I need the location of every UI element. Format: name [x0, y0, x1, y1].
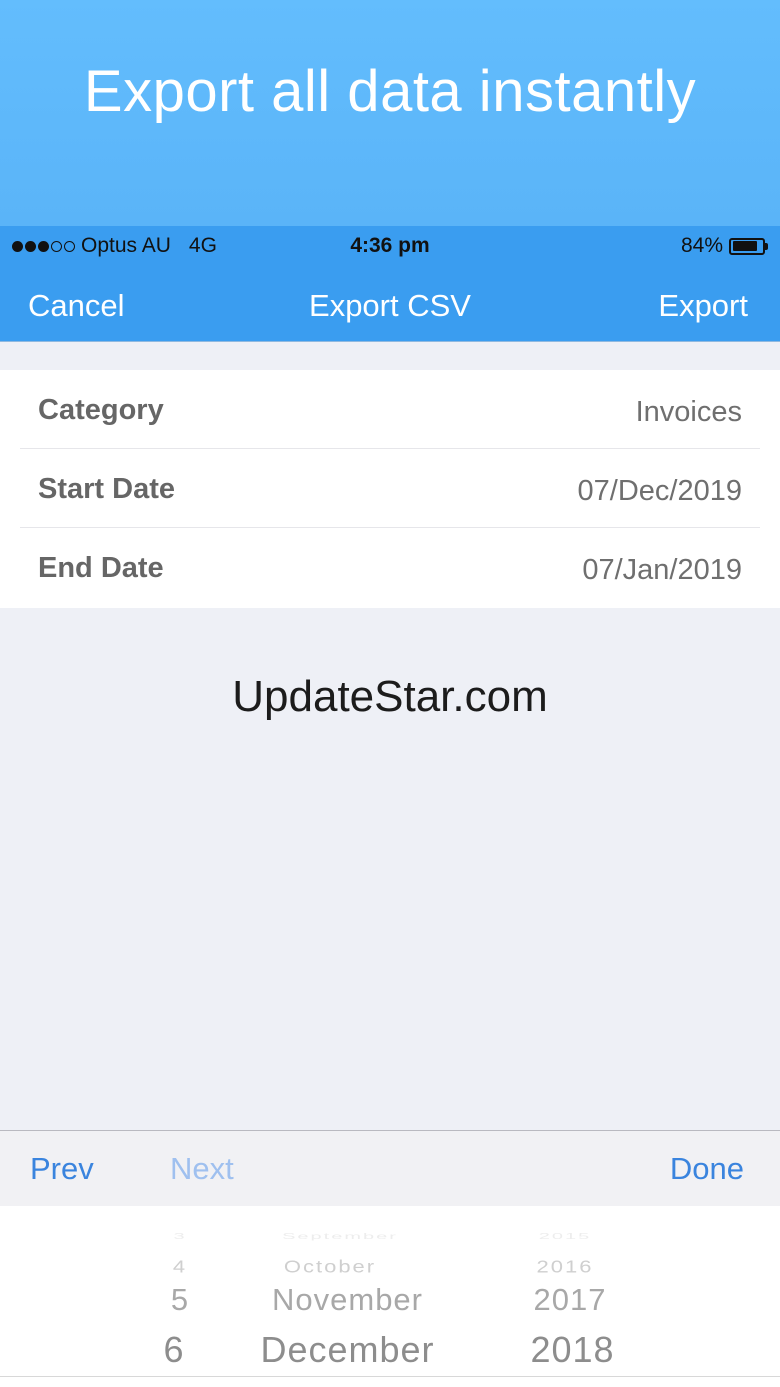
picker-item: 2017: [533, 1282, 607, 1317]
category-value: Invoices: [635, 396, 742, 428]
picker-item-selected: December: [260, 1329, 435, 1370]
export-button[interactable]: Export: [658, 288, 748, 324]
start-date-row[interactable]: Start Date 07/Dec/2019: [20, 449, 760, 528]
date-picker[interactable]: 3 4 5 6 September October November Decem…: [0, 1206, 780, 1387]
picker-item: November: [272, 1282, 423, 1317]
end-date-row[interactable]: End Date 07/Jan/2019: [20, 528, 760, 607]
picker-item: 2016: [536, 1256, 594, 1277]
end-date-label: End Date: [38, 552, 164, 584]
signal-dot: [64, 240, 75, 252]
battery-icon: [729, 237, 768, 255]
promo-banner: Export all data instantly: [0, 0, 780, 226]
network-type: 4G: [188, 234, 217, 257]
signal-dot: [25, 240, 36, 252]
banner-title: Export all data instantly: [83, 58, 697, 124]
battery-cap: [765, 242, 768, 250]
picker-item: 2015: [538, 1232, 592, 1241]
picker-item-selected: 6: [163, 1329, 185, 1370]
signal-dot: [12, 240, 23, 252]
navigation-bar: Cancel Export CSV Export: [0, 266, 780, 342]
start-date-label: Start Date: [38, 473, 175, 505]
picker-month-column[interactable]: September October November December: [230, 1206, 465, 1387]
battery-body: [729, 237, 765, 255]
picker-bottom-divider: [0, 1376, 780, 1377]
status-right: 84%: [681, 234, 768, 258]
picker-item: 4: [172, 1256, 188, 1277]
category-label: Category: [38, 394, 164, 426]
status-bar: Optus AU 4G 4:36 pm 84%: [0, 226, 780, 266]
signal-dot: [51, 240, 62, 252]
cancel-button[interactable]: Cancel: [28, 288, 125, 324]
picker-item: 5: [170, 1282, 190, 1317]
prev-button[interactable]: Prev: [30, 1151, 94, 1187]
signal-strength-icon: [12, 240, 75, 252]
picker-item-selected: 2018: [530, 1329, 615, 1370]
status-left: Optus AU 4G: [12, 234, 217, 258]
battery-percent: 84%: [680, 234, 723, 257]
picker-year-column[interactable]: 2015 2016 2017 2018: [500, 1206, 640, 1387]
next-button[interactable]: Next: [170, 1151, 234, 1187]
battery-fill: [732, 241, 757, 251]
signal-dot: [38, 240, 49, 252]
done-button[interactable]: Done: [670, 1151, 744, 1187]
picker-item: 3: [173, 1232, 187, 1241]
category-row[interactable]: Category Invoices: [20, 370, 760, 449]
picker-item: October: [283, 1256, 377, 1277]
carrier-name: Optus AU: [81, 234, 171, 257]
export-form: Category Invoices Start Date 07/Dec/2019…: [0, 370, 780, 608]
keyboard-toolbar: Prev Next Done: [0, 1130, 780, 1206]
watermark-text: UpdateStar.com: [232, 672, 548, 721]
picker-day-column[interactable]: 3 4 5 6: [130, 1206, 230, 1387]
start-date-value: 07/Dec/2019: [577, 475, 742, 507]
end-date-value: 07/Jan/2019: [582, 554, 742, 586]
picker-item: September: [282, 1232, 398, 1241]
